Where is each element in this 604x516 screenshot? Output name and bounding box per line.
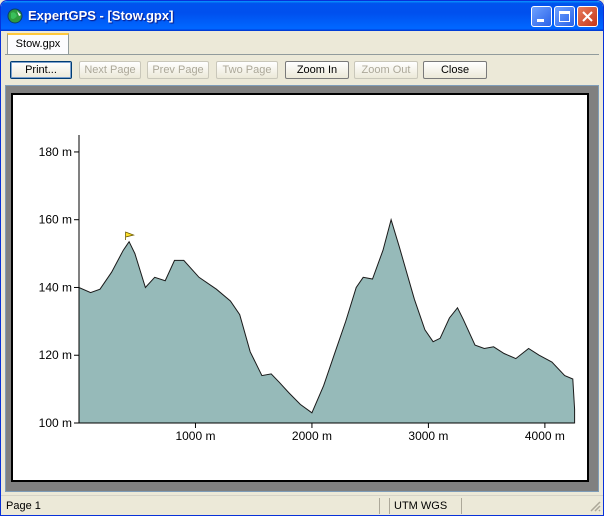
y-tick-label: 140 m bbox=[39, 280, 72, 294]
window-title: ExpertGPS - [Stow.gpx] bbox=[28, 8, 174, 23]
prev-page-button[interactable]: Prev Page bbox=[147, 61, 209, 79]
elevation-area bbox=[78, 217, 576, 424]
preview-page: 100 m 120 m 140 m 160 m 180 m 1000 m 2000 m 300… bbox=[11, 93, 589, 482]
expertgps-window: ExpertGPS - [Stow.gpx] Stow.gpx Print...… bbox=[0, 0, 604, 516]
status-page: Page 1 bbox=[6, 500, 41, 512]
zoom-out-button[interactable]: Zoom Out bbox=[354, 61, 418, 79]
next-page-button[interactable]: Next Page bbox=[79, 61, 141, 79]
status-projection: UTM WGS 84 bbox=[389, 498, 459, 514]
y-tick-label: 120 m bbox=[39, 348, 72, 362]
y-tick-label: 180 m bbox=[39, 145, 72, 159]
x-tick-label: 2000 m bbox=[292, 429, 332, 443]
resize-grip-icon[interactable] bbox=[589, 500, 601, 515]
print-preview-toolbar: Print... Next Page Prev Page Two Page Zo… bbox=[5, 59, 599, 81]
document-tab-strip: Stow.gpx bbox=[5, 32, 599, 55]
x-tick-label: 1000 m bbox=[175, 429, 215, 443]
minimize-icon bbox=[537, 19, 544, 22]
maximize-button[interactable] bbox=[554, 6, 575, 27]
close-icon bbox=[582, 11, 593, 22]
minimize-button[interactable] bbox=[531, 6, 552, 27]
expertgps-app-icon bbox=[7, 8, 23, 24]
elevation-profile-chart: 100 m 120 m 140 m 160 m 180 m 1000 m 2000 m 300… bbox=[39, 135, 576, 443]
waypoint-flag-icon bbox=[125, 231, 135, 241]
status-pane-blank-1 bbox=[379, 498, 387, 514]
status-bar: Page 1 UTM WGS 84 bbox=[1, 495, 603, 515]
x-tick-label: 3000 m bbox=[408, 429, 448, 443]
x-tick-label: 4000 m bbox=[525, 429, 565, 443]
zoom-in-button[interactable]: Zoom In bbox=[285, 61, 349, 79]
status-pane-blank-2 bbox=[461, 498, 586, 514]
title-bar[interactable]: ExpertGPS - [Stow.gpx] bbox=[1, 1, 603, 31]
two-page-button[interactable]: Two Page bbox=[216, 61, 278, 79]
close-window-button[interactable] bbox=[577, 6, 598, 27]
tab-stow-gpx[interactable]: Stow.gpx bbox=[7, 33, 69, 54]
y-tick-label: 100 m bbox=[39, 416, 72, 430]
maximize-icon bbox=[559, 11, 570, 22]
close-button[interactable]: Close bbox=[423, 61, 487, 79]
print-button[interactable]: Print... bbox=[10, 61, 72, 79]
y-tick-label: 160 m bbox=[39, 213, 72, 227]
